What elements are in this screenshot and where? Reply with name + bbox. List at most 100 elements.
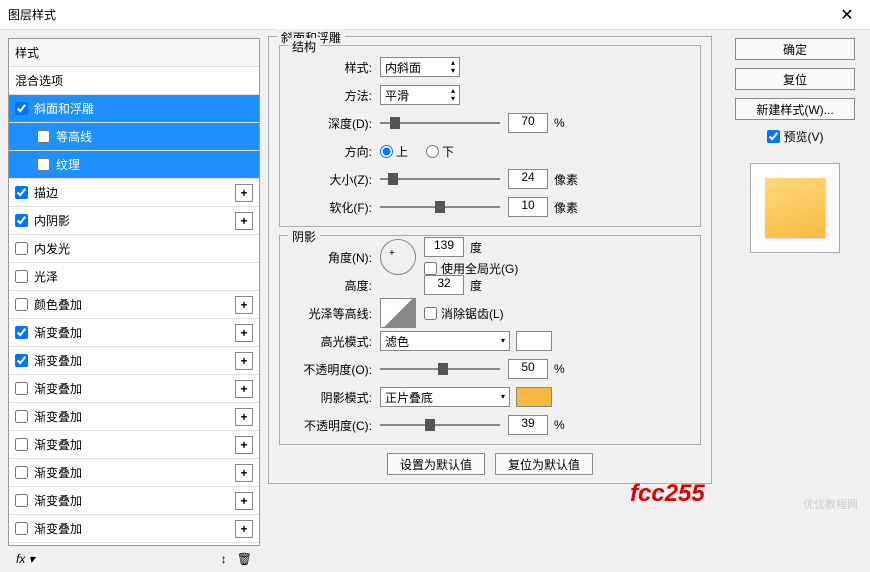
shadow-color[interactable]: [516, 387, 552, 407]
highlight-color[interactable]: [516, 331, 552, 351]
add-effect-icon[interactable]: +: [235, 520, 253, 538]
highlight-opacity-label: 不透明度(O):: [290, 361, 380, 378]
style-checkbox[interactable]: [15, 354, 28, 367]
style-checkbox[interactable]: [15, 214, 28, 227]
highlight-mode-select[interactable]: 滤色▾: [380, 331, 510, 351]
add-effect-icon[interactable]: +: [235, 436, 253, 454]
style-checkbox[interactable]: [15, 438, 28, 451]
style-checkbox[interactable]: [15, 522, 28, 535]
fx-icon[interactable]: fx ▾: [16, 552, 35, 566]
highlight-opacity-slider[interactable]: [380, 361, 500, 377]
add-effect-icon[interactable]: +: [235, 296, 253, 314]
structure-group: 结构 样式: 内斜面▴▾ 方法: 平滑▴▾ 深度(D): 70 % 方向:: [279, 45, 701, 227]
blend-options-row[interactable]: 混合选项: [9, 67, 259, 95]
style-row[interactable]: 等高线: [9, 123, 259, 151]
add-effect-icon[interactable]: +: [235, 464, 253, 482]
style-row[interactable]: 渐变叠加+: [9, 487, 259, 515]
size-unit: 像素: [554, 171, 578, 188]
style-row[interactable]: 描边+: [9, 179, 259, 207]
angle-label: 角度(N):: [290, 249, 380, 266]
style-checkbox[interactable]: [15, 466, 28, 479]
style-checkbox[interactable]: [15, 326, 28, 339]
style-row[interactable]: 光泽: [9, 263, 259, 291]
angle-input[interactable]: 139: [424, 237, 464, 257]
styles-toolbar: fx ▾ ↕ 🗑: [8, 546, 260, 572]
style-checkbox[interactable]: [37, 130, 50, 143]
add-effect-icon[interactable]: +: [235, 352, 253, 370]
style-row[interactable]: 纹理: [9, 151, 259, 179]
style-row[interactable]: 渐变叠加+: [9, 319, 259, 347]
shadow-opacity-input[interactable]: 39: [508, 415, 548, 435]
window-title: 图层样式: [8, 6, 832, 23]
styles-panel: 样式混合选项斜面和浮雕等高线纹理描边+内阴影+内发光光泽颜色叠加+渐变叠加+渐变…: [0, 30, 260, 572]
shadow-mode-select[interactable]: 正片叠底▾: [380, 387, 510, 407]
preview-box: [750, 163, 840, 253]
add-effect-icon[interactable]: +: [235, 324, 253, 342]
style-row[interactable]: 渐变叠加+: [9, 375, 259, 403]
style-label: 渐变叠加: [34, 324, 235, 341]
add-effect-icon[interactable]: +: [235, 492, 253, 510]
action-panel: 确定 复位 新建样式(W)... 预览(V): [720, 30, 870, 572]
style-row[interactable]: 内发光: [9, 235, 259, 263]
angle-dial[interactable]: +: [380, 239, 416, 275]
ok-button[interactable]: 确定: [735, 38, 855, 60]
arrow-icon[interactable]: ↕: [221, 552, 227, 566]
highlight-mode-label: 高光模式:: [290, 333, 380, 350]
highlight-opacity-input[interactable]: 50: [508, 359, 548, 379]
technique-select[interactable]: 平滑▴▾: [380, 85, 460, 105]
add-effect-icon[interactable]: +: [235, 212, 253, 230]
soften-unit: 像素: [554, 199, 578, 216]
antialias-checkbox[interactable]: 消除锯齿(L): [424, 305, 504, 322]
style-checkbox[interactable]: [15, 494, 28, 507]
new-style-button[interactable]: 新建样式(W)...: [735, 98, 855, 120]
altitude-input[interactable]: 32: [424, 275, 464, 295]
set-default-button[interactable]: 设置为默认值: [387, 453, 485, 475]
style-select[interactable]: 内斜面▴▾: [380, 57, 460, 77]
preview-checkbox[interactable]: 预览(V): [767, 128, 824, 145]
add-effect-icon[interactable]: +: [235, 184, 253, 202]
soften-slider[interactable]: [380, 199, 500, 215]
close-icon[interactable]: ✕: [832, 0, 862, 30]
style-checkbox[interactable]: [15, 242, 28, 255]
shadow-opacity-label: 不透明度(C):: [290, 417, 380, 434]
style-label: 纹理: [56, 156, 253, 173]
gloss-label: 光泽等高线:: [290, 305, 380, 322]
depth-input[interactable]: 70: [508, 113, 548, 133]
direction-up-radio[interactable]: 上: [380, 143, 408, 160]
style-row[interactable]: 渐变叠加+: [9, 431, 259, 459]
depth-slider[interactable]: [380, 115, 500, 131]
style-label: 内发光: [34, 240, 253, 257]
gloss-contour[interactable]: [380, 298, 416, 328]
style-row[interactable]: 斜面和浮雕: [9, 95, 259, 123]
style-checkbox[interactable]: [15, 186, 28, 199]
shading-group: 阴影 角度(N): + 139 度 使用全局光(G) 高度: 32: [279, 235, 701, 445]
style-label: 渐变叠加: [34, 436, 235, 453]
style-label: 渐变叠加: [34, 352, 235, 369]
shadow-opacity-slider[interactable]: [380, 417, 500, 433]
style-checkbox[interactable]: [15, 298, 28, 311]
style-checkbox[interactable]: [37, 158, 50, 171]
trash-icon[interactable]: 🗑: [237, 552, 252, 566]
shading-legend: 阴影: [288, 228, 320, 245]
size-slider[interactable]: [380, 171, 500, 187]
style-row[interactable]: 颜色叠加+: [9, 291, 259, 319]
reset-default-button[interactable]: 复位为默认值: [495, 453, 593, 475]
direction-down-radio[interactable]: 下: [426, 143, 454, 160]
style-row[interactable]: 渐变叠加+: [9, 347, 259, 375]
style-label: 光泽: [34, 268, 253, 285]
cancel-button[interactable]: 复位: [735, 68, 855, 90]
size-input[interactable]: 24: [508, 169, 548, 189]
style-row[interactable]: 内阴影+: [9, 207, 259, 235]
style-checkbox[interactable]: [15, 410, 28, 423]
style-row[interactable]: 渐变叠加+: [9, 459, 259, 487]
soften-input[interactable]: 10: [508, 197, 548, 217]
soften-label: 软化(F):: [290, 199, 380, 216]
style-checkbox[interactable]: [15, 382, 28, 395]
style-row[interactable]: 渐变叠加+: [9, 515, 259, 543]
style-checkbox[interactable]: [15, 270, 28, 283]
style-checkbox[interactable]: [15, 102, 28, 115]
style-row[interactable]: 渐变叠加+: [9, 403, 259, 431]
add-effect-icon[interactable]: +: [235, 380, 253, 398]
add-effect-icon[interactable]: +: [235, 408, 253, 426]
style-label: 渐变叠加: [34, 408, 235, 425]
